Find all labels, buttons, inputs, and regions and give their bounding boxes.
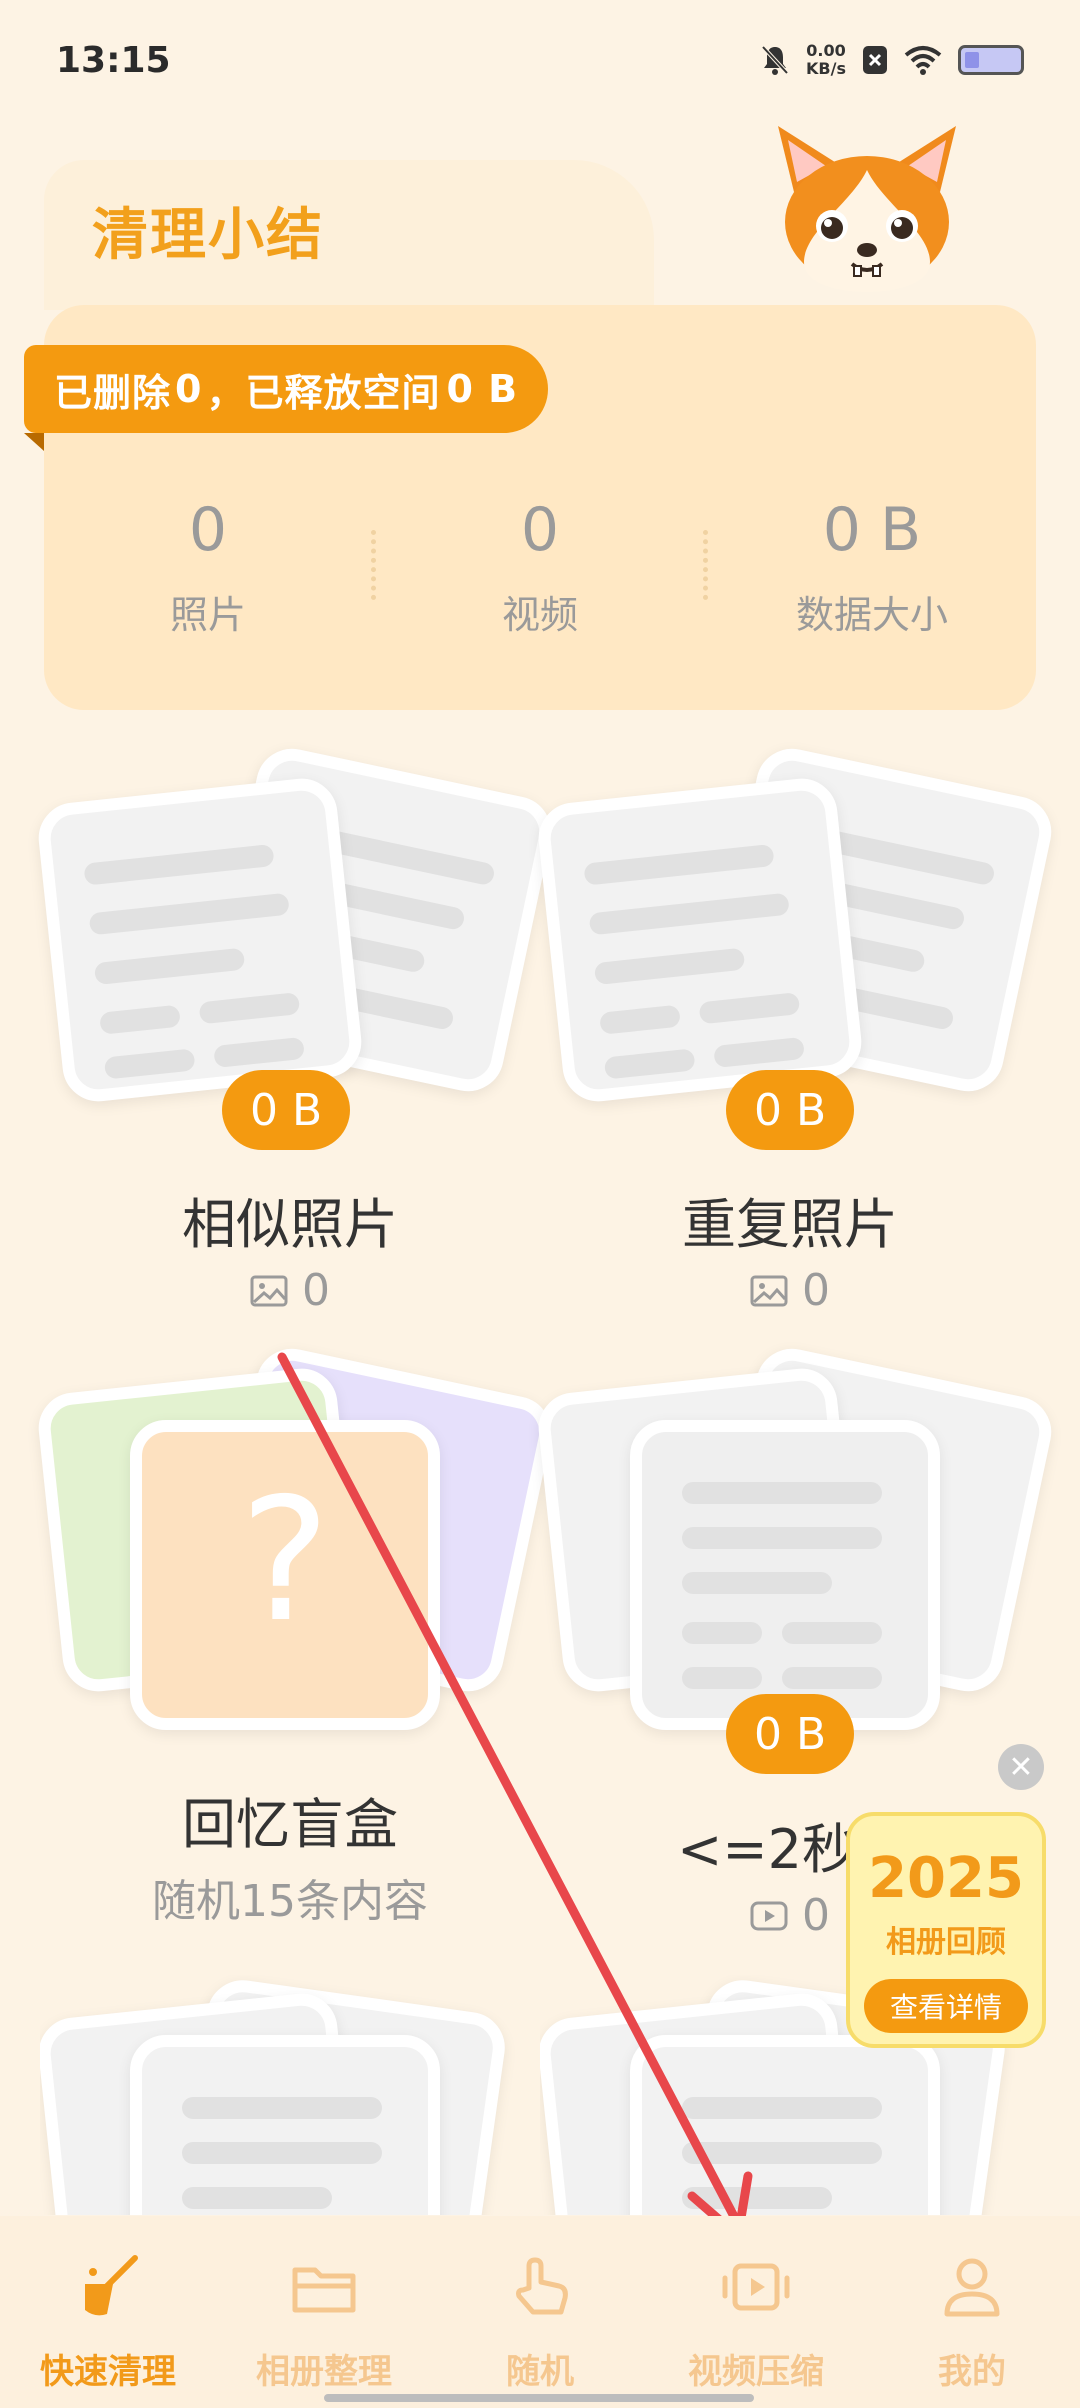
nav-quick-clean[interactable]: 快速清理 — [0, 2216, 216, 2408]
feature-title: <=2秒视 — [677, 1818, 910, 1881]
feature-title: 重复照片 — [682, 1193, 898, 1256]
feature-title: 相似照片 — [182, 1193, 398, 1256]
image-icon — [250, 1275, 288, 1306]
freed-space-banner: 已删除 0 ，已释放空间 0 B — [24, 345, 549, 433]
promo-year: 2025 — [868, 1846, 1024, 1911]
stat-divider — [703, 530, 708, 600]
status-icons: 0.00 KB/s — [760, 42, 1024, 78]
broom-icon — [85, 2255, 138, 2316]
size-badge: 0 B — [222, 1070, 351, 1150]
doc-illustration — [630, 1420, 940, 1730]
wifi-icon — [904, 46, 942, 75]
nav-album-organize[interactable]: 相册整理 — [216, 2216, 432, 2408]
stat-photos: 0 照片 — [169, 495, 246, 637]
nav-video-compress[interactable]: 视频压缩 — [648, 2216, 864, 2408]
corgi-mascot-icon — [778, 126, 956, 292]
doc-illustration — [535, 775, 865, 1105]
banner-fold — [24, 433, 44, 451]
summary-title: 清理小结 — [92, 203, 324, 268]
status-time: 13:15 — [56, 40, 171, 81]
duplicate-photos-card[interactable]: 0 B 重复照片 0 — [535, 742, 1058, 1330]
feature-count: 0 — [540, 1265, 1040, 1316]
stat-videos: 0 视频 — [501, 495, 578, 637]
size-badge: 0 B — [726, 1070, 855, 1150]
nav-random[interactable]: 随机 — [432, 2216, 648, 2408]
folder-icon — [292, 2267, 356, 2313]
image-icon — [750, 1275, 788, 1306]
net-speed: 0.00 KB/s — [806, 41, 846, 78]
album-review-promo[interactable]: 2025 相册回顾 查看详情 — [846, 1812, 1046, 2048]
no-sim-icon — [863, 46, 887, 74]
partial-card[interactable] — [40, 1975, 540, 2215]
question-mark-icon: ? — [239, 1462, 331, 1660]
close-icon: ✕ — [1008, 1749, 1034, 1785]
battery-icon — [958, 45, 1024, 75]
promo-close-button[interactable]: ✕ — [998, 1744, 1044, 1790]
hand-pointer-icon — [516, 2257, 568, 2315]
view-details-button[interactable]: 查看详情 — [864, 1979, 1028, 2033]
stat-data-size: 0 B 数据大小 — [795, 495, 948, 637]
bottom-nav: 快速清理 相册整理 随机 视频压缩 我的 — [0, 2216, 1080, 2408]
doc-illustration — [630, 2035, 940, 2215]
similar-photos-card[interactable]: 0 B 相似照片 0 — [35, 742, 558, 1330]
promo-subtitle: 相册回顾 — [886, 1925, 1006, 1960]
nav-mine[interactable]: 我的 — [864, 2216, 1080, 2408]
mute-bell-icon — [761, 45, 789, 75]
stat-divider — [371, 530, 376, 600]
mystery-card-illustration: ? — [130, 1420, 440, 1730]
size-badge: 0 B — [726, 1694, 855, 1774]
doc-illustration — [130, 2035, 440, 2215]
video-compress-icon — [722, 2263, 790, 2311]
user-icon — [944, 2258, 1000, 2317]
status-bar: 13:15 0.00 KB/s — [0, 0, 1080, 120]
feature-count: 0 — [40, 1265, 540, 1316]
video-icon — [750, 1901, 788, 1930]
home-indicator[interactable] — [324, 2394, 754, 2402]
feature-count: 0 — [430, 1890, 830, 1941]
doc-illustration — [35, 775, 365, 1105]
